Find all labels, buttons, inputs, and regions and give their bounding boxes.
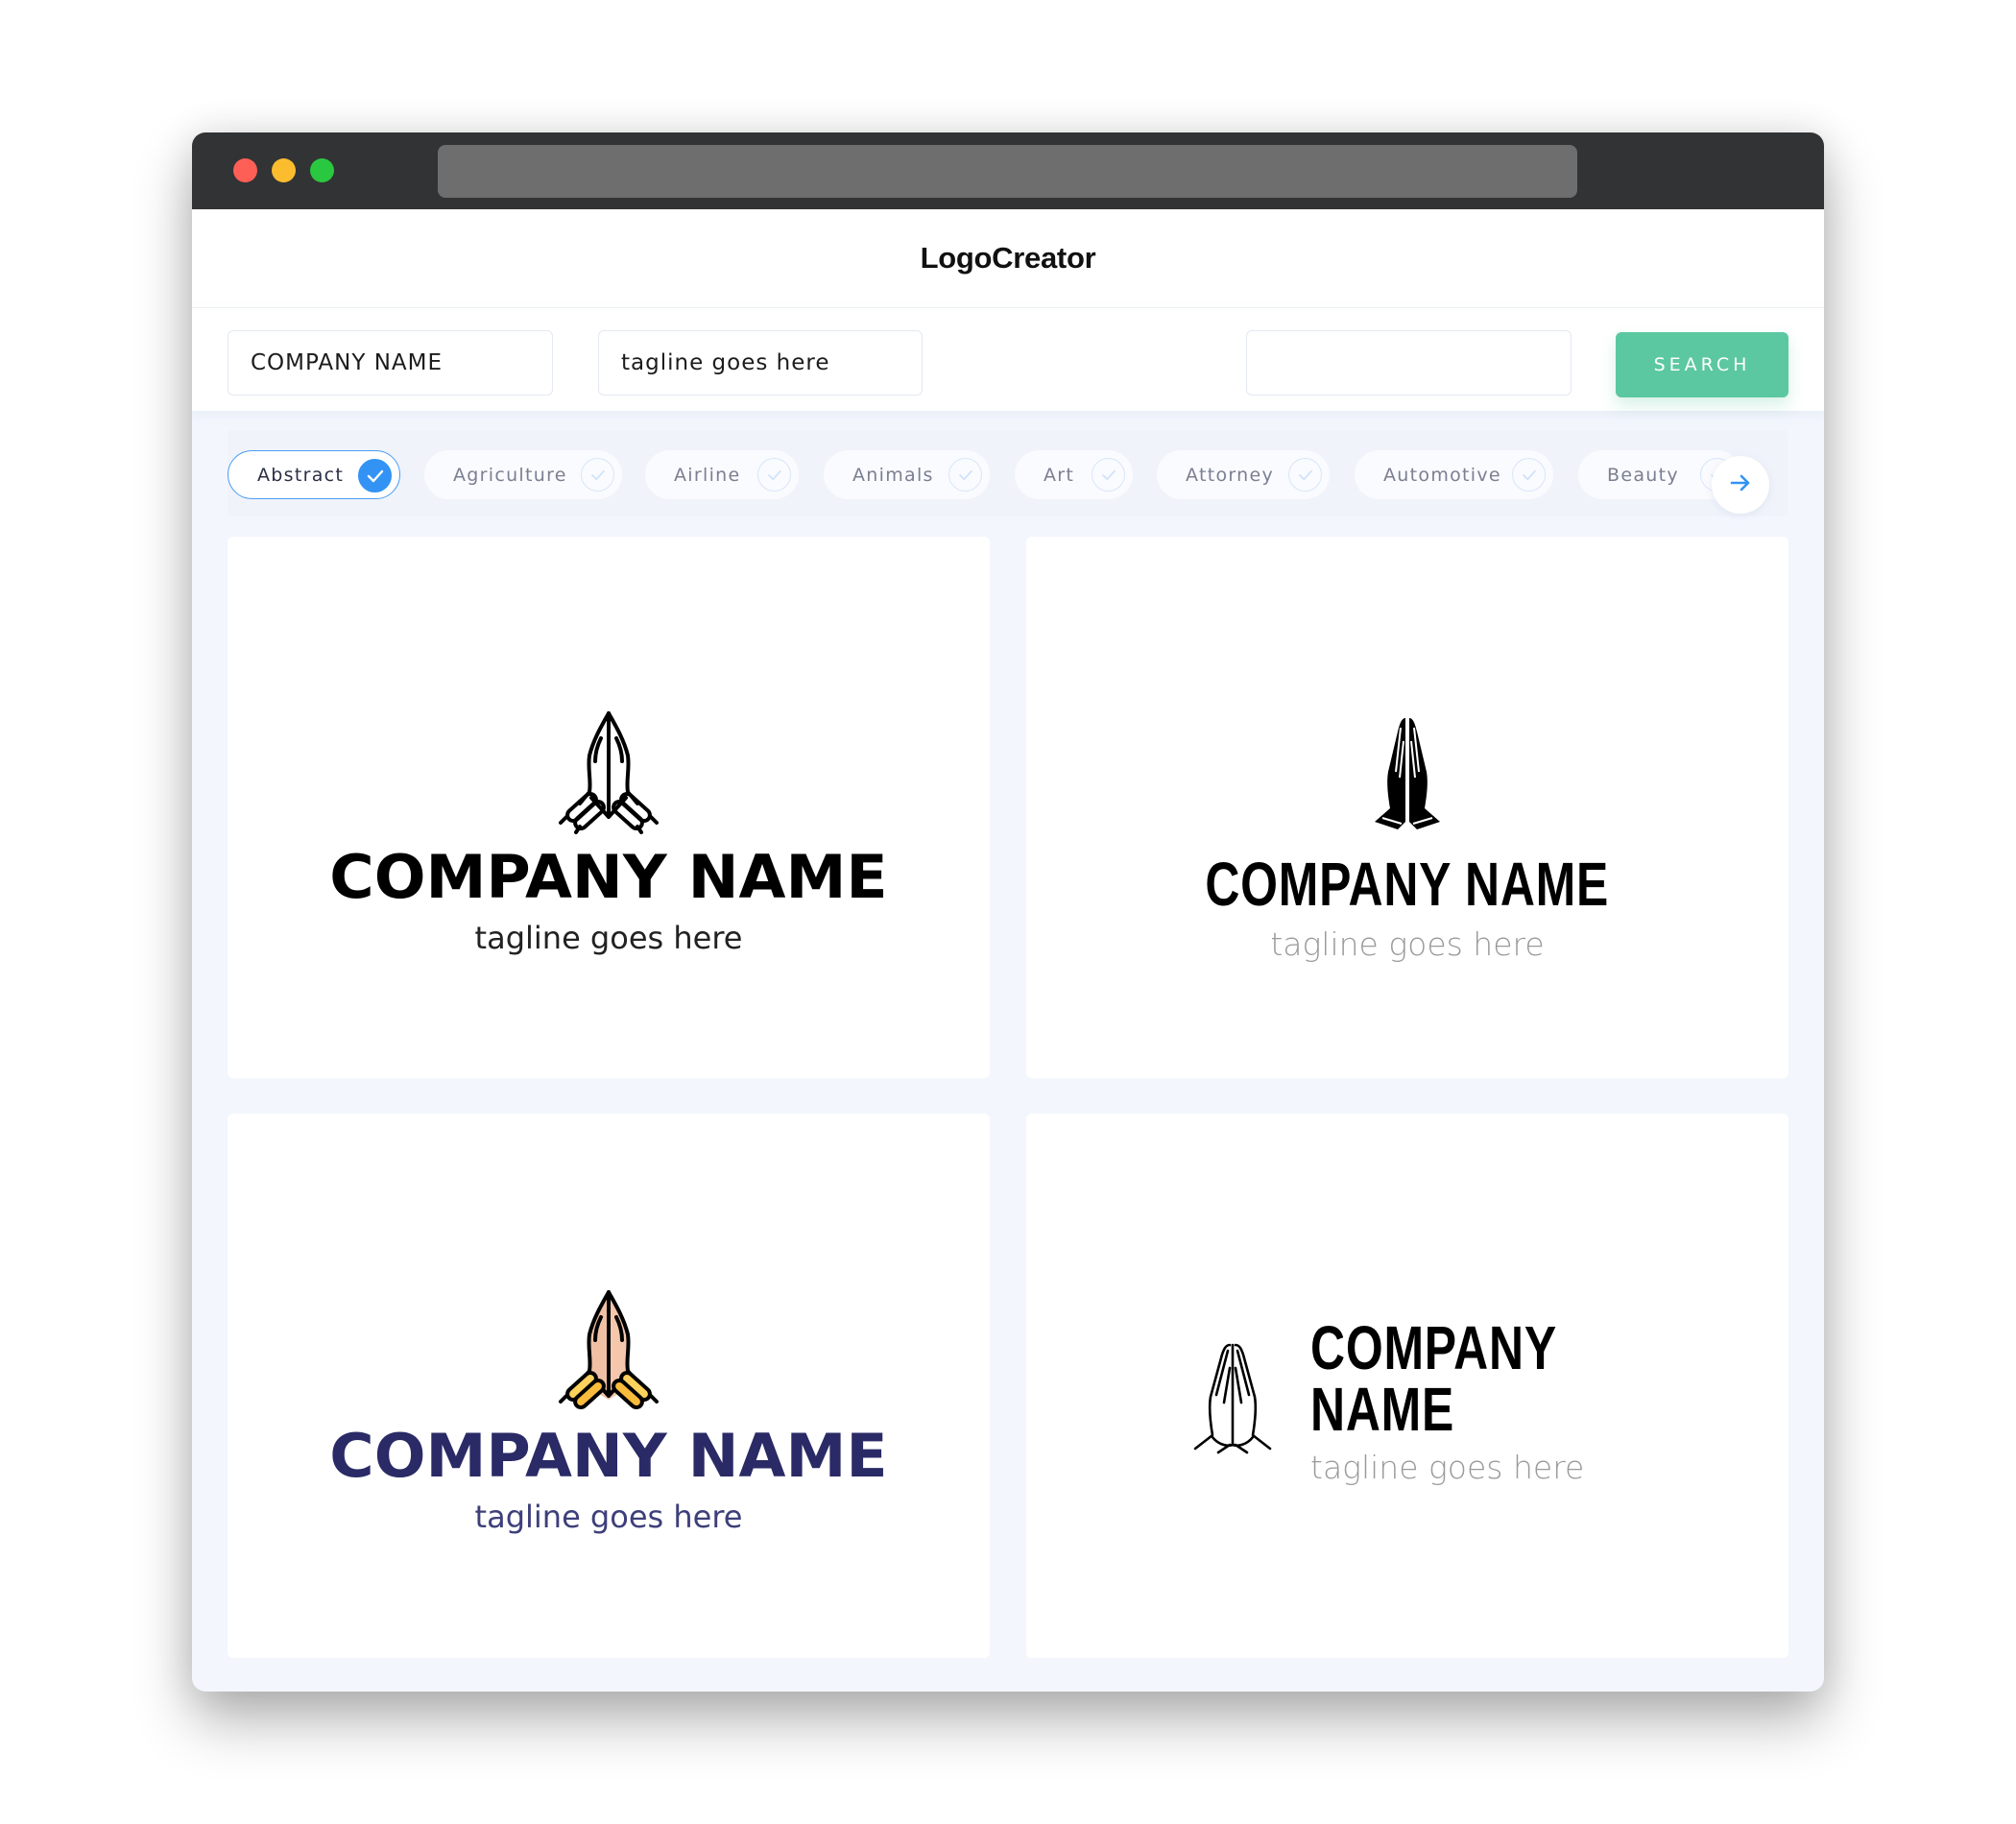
category-chip-animals[interactable]: Animals [824,450,990,499]
logo-company-name: COMPANY NAME [1205,850,1610,919]
logo-card[interactable]: COMPANY NAME tagline goes here [228,537,990,1078]
minimize-window-button[interactable] [272,158,296,182]
category-chip-art[interactable]: Art [1015,450,1133,499]
check-icon [1512,458,1546,492]
category-label: Agriculture [453,464,567,486]
logo-tagline: tagline goes here [474,1499,743,1535]
title-bar [192,132,1824,209]
category-label: Abstract [257,464,345,486]
next-categories-button[interactable] [1712,456,1769,514]
category-label: Attorney [1186,464,1275,486]
category-chip-airline[interactable]: Airline [645,450,799,499]
check-icon [358,459,392,492]
category-label: Art [1044,464,1075,486]
arrow-right-icon [1730,474,1751,495]
category-chip-attorney[interactable]: Attorney [1157,450,1330,499]
category-label: Animals [852,464,934,486]
check-icon [757,458,791,492]
check-icon [581,458,614,492]
close-window-button[interactable] [233,158,257,182]
logo-preview: COMPANY NAME tagline goes here [228,1288,990,1532]
search-button[interactable]: SEARCH [1616,332,1788,397]
logo-tagline: tagline goes here [474,920,743,956]
logo-card[interactable]: COMPANY NAME tagline goes here [1026,537,1788,1078]
category-chip-automotive[interactable]: Automotive [1355,450,1553,499]
praying-hands-line-icon [1191,1339,1274,1462]
logo-preview: COMPANY NAME tagline goes here [228,709,990,953]
praying-hands-color-bangles-icon [551,1288,666,1417]
logo-card[interactable]: COMPANY NAME tagline goes here [228,1114,990,1658]
check-icon [1092,458,1125,492]
praying-hands-outline-bangles-icon [551,709,666,838]
app-header: LogoCreator [192,209,1824,308]
category-label: Airline [674,464,741,486]
logo-preview: COMPANY NAME tagline goes here [1026,714,1788,960]
app-logo-title[interactable]: LogoCreator [921,241,1096,276]
logo-company-name: COMPANY NAME [329,1421,888,1491]
logo-preview: COMPANY NAME tagline goes here [1191,1317,1788,1483]
praying-hands-solid-icon [1369,714,1446,838]
check-icon [948,458,982,492]
category-chip-abstract[interactable]: Abstract [228,450,400,499]
category-label: Beauty [1607,464,1679,486]
browser-window: LogoCreator COMPANY NAME tagline goes he… [192,132,1824,1692]
category-label: Automotive [1383,464,1501,486]
category-filter-bar: Abstract Agriculture Airline Animals Art [192,411,1824,536]
logo-company-name: COMPANY NAME [329,842,888,912]
logo-card[interactable]: COMPANY NAME tagline goes here [1026,1114,1788,1658]
search-form: COMPANY NAME tagline goes here SEARCH [192,308,1824,411]
logo-tagline: tagline goes here [1270,925,1545,963]
keyword-input[interactable] [1246,330,1572,396]
category-chip-agriculture[interactable]: Agriculture [424,450,622,499]
logo-tagline: tagline goes here [1310,1449,1585,1486]
company-name-input[interactable]: COMPANY NAME [228,330,553,396]
maximize-window-button[interactable] [310,158,334,182]
check-icon [1288,458,1322,492]
tagline-input[interactable]: tagline goes here [598,330,923,396]
address-bar[interactable] [438,145,1577,198]
logo-company-name: COMPANY NAME [1310,1313,1557,1444]
